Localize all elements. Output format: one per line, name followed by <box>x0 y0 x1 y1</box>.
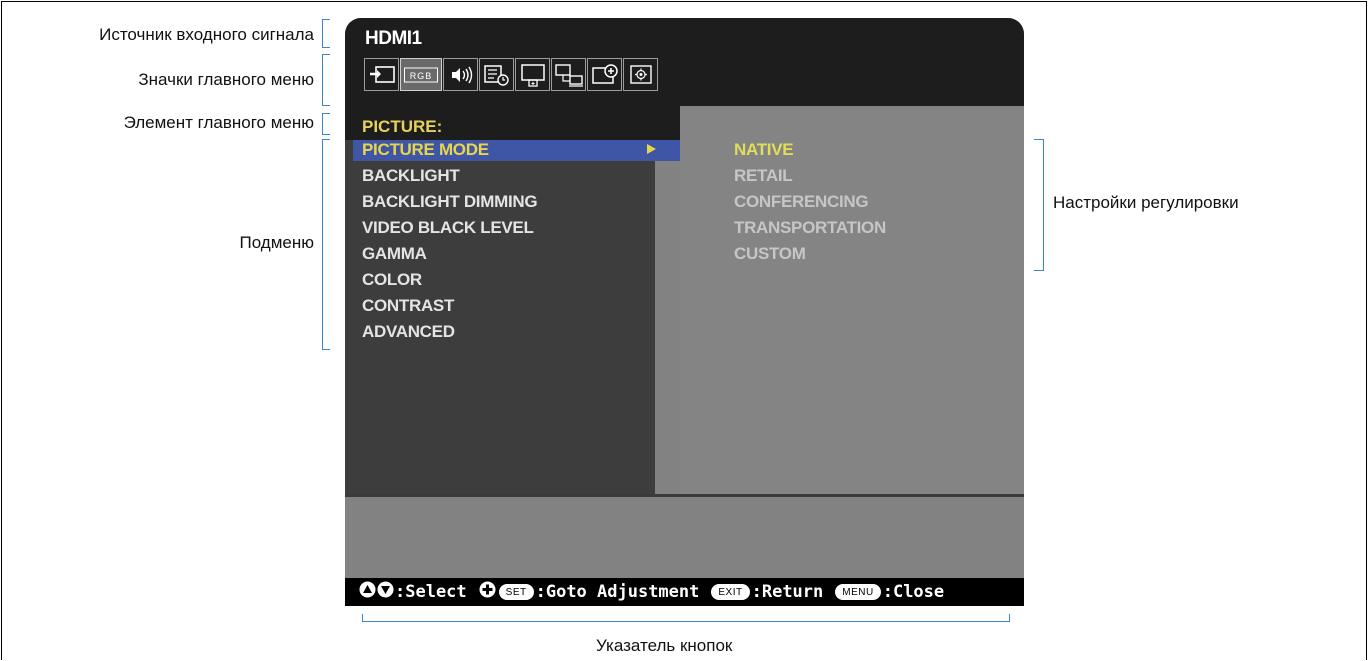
audio-icon[interactable] <box>443 58 478 91</box>
exit-key-icon: EXIT <box>711 584 750 600</box>
option-transportation[interactable]: TRANSPORTATION <box>734 218 886 238</box>
multi-input-icon[interactable] <box>551 58 586 91</box>
callout-adjustment-settings: Настройки регулировки <box>1053 193 1239 212</box>
submenu-item-color[interactable]: COLOR <box>362 270 422 290</box>
guide-goto-text: :Goto Adjustment <box>535 582 700 602</box>
bracket-button-guide <box>362 614 1010 622</box>
rgb-label: RGB <box>410 71 433 81</box>
guide-select-text: :Select <box>395 582 467 602</box>
rgb-icon[interactable]: RGB <box>400 58 442 91</box>
option-conferencing[interactable]: CONFERENCING <box>734 192 869 212</box>
callout-submenu: Подменю <box>239 233 315 252</box>
adjustment-panel <box>680 110 1024 494</box>
main-menu-icon-row: RGB <box>364 58 659 91</box>
input-source-label: HDMI1 <box>365 28 422 49</box>
callout-input-source: Источник входного сигнала <box>99 25 314 44</box>
option-retail[interactable]: RETAIL <box>734 166 793 186</box>
main-menu-item-title: PICTURE: <box>362 117 443 136</box>
option-custom[interactable]: CUSTOM <box>734 244 806 264</box>
panel-divider <box>345 494 1024 497</box>
button-guide-bar: :Select SET :Goto Adjustment EXIT :Retur… <box>345 578 1024 606</box>
option-native[interactable]: NATIVE <box>734 140 794 160</box>
set-key-icon: SET <box>498 584 534 600</box>
submenu-item-backlight[interactable]: BACKLIGHT <box>362 166 460 186</box>
submenu-item-picture-mode[interactable]: PICTURE MODE <box>362 140 489 160</box>
system-icon[interactable] <box>623 58 658 91</box>
protect-icon[interactable] <box>587 58 622 91</box>
submenu-item-gamma[interactable]: GAMMA <box>362 244 427 264</box>
callout-main-menu-item: Элемент главного меню <box>123 113 314 132</box>
bracket-adjustment-settings <box>1034 139 1044 271</box>
input-icon[interactable] <box>364 58 399 91</box>
down-arrow-icon <box>377 581 394 603</box>
schedule-icon[interactable] <box>479 58 514 91</box>
menu-key-icon: MENU <box>835 584 881 600</box>
submenu-item-backlight-dimming[interactable]: BACKLIGHT DIMMING <box>362 192 538 212</box>
plus-button-icon <box>479 581 496 603</box>
display-icon[interactable] <box>515 58 550 91</box>
callout-button-guide: Указатель кнопок <box>596 636 733 655</box>
guide-close-text: :Close <box>882 582 945 602</box>
bracket-input-source <box>322 19 330 48</box>
bracket-main-menu-item <box>322 113 330 135</box>
osd-menu: HDMI1 RGB PICTURE: PICTURE MODE BACKLIGH… <box>345 18 1024 606</box>
submenu-item-advanced[interactable]: ADVANCED <box>362 322 455 342</box>
bracket-main-menu-icons <box>322 54 330 106</box>
guide-return-text: :Return <box>751 582 824 602</box>
up-arrow-icon <box>359 581 376 603</box>
bracket-submenu <box>322 139 330 350</box>
submenu-item-video-black-level[interactable]: VIDEO BLACK LEVEL <box>362 218 534 238</box>
callout-main-menu-icons: Значки главного меню <box>138 70 314 89</box>
submenu-item-contrast[interactable]: CONTRAST <box>362 296 454 316</box>
submenu-arrow-icon <box>647 144 656 154</box>
